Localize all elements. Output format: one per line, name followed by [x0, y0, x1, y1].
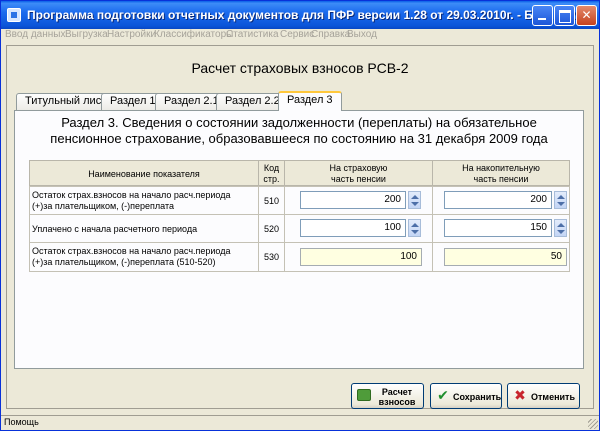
tab-page-section-3: Раздел 3. Сведения о состоянии задолженн… [14, 110, 584, 369]
menu-item-help[interactable]: Справка [311, 29, 350, 40]
menu-item-export[interactable]: Выгрузка [65, 29, 108, 40]
calculate-label-line1: Расчет [381, 387, 413, 397]
header-funded: На накопительную часть пенсии [432, 160, 570, 186]
row-label-line2: (+)за плательщиком, (-)переплата (510-52… [32, 257, 216, 267]
app-icon [7, 8, 21, 22]
spin-down-icon[interactable] [557, 230, 565, 234]
table-row-520-name: Уплачено с начала расчетного периода [29, 214, 259, 243]
input-520-funded[interactable]: 150 [444, 219, 552, 237]
menu-item-exit[interactable]: Выход [347, 29, 377, 40]
table-row-510-name: Остаток страх.взносов на начало расч.пер… [29, 186, 259, 215]
title-bar[interactable]: Программа подготовки отчетных документов… [1, 1, 599, 29]
spin-up-icon[interactable] [411, 195, 419, 199]
output-530-funded: 50 [444, 248, 567, 266]
spin-up-icon[interactable] [557, 223, 565, 227]
app-window: Программа подготовки отчетных документов… [0, 0, 600, 431]
menu-item-classifiers[interactable]: Классификаторы [154, 29, 233, 40]
table-row-530-name: Остаток страх.взносов на начало расч.пер… [29, 242, 259, 272]
spin-down-icon[interactable] [411, 230, 419, 234]
money-icon [357, 389, 371, 401]
header-code: Код стр. [258, 160, 285, 186]
spinner-510-funded[interactable] [554, 191, 567, 209]
save-button[interactable]: ✔ Сохранить [430, 383, 502, 409]
table-row-510-code: 510 [258, 186, 285, 215]
window-title: Программа подготовки отчетных документов… [27, 8, 576, 22]
input-510-funded[interactable]: 200 [444, 191, 552, 209]
menu-item-settings[interactable]: Настройки [107, 29, 156, 40]
close-button[interactable]: ✕ [576, 5, 597, 26]
header-insurance-line2: часть пенсии [331, 174, 386, 184]
header-funded-line2: часть пенсии [473, 174, 529, 184]
cancel-button[interactable]: ✖ Отменить [507, 383, 580, 409]
output-530-insurance: 100 [300, 248, 422, 266]
check-icon: ✔ [437, 387, 449, 403]
calculate-contributions-button[interactable]: Расчет взносов [351, 383, 424, 409]
table-row-520-code: 520 [258, 214, 285, 243]
cancel-button-label: Отменить [531, 392, 575, 402]
row-label-line2: (+)за плательщиком, (-)переплата [32, 201, 174, 211]
maximize-button[interactable] [554, 5, 575, 26]
section-title-line1: Раздел 3. Сведения о состоянии задолженн… [61, 115, 537, 130]
form-heading: Расчет страховых взносов РСВ-2 [191, 60, 409, 76]
tab-section-3[interactable]: Раздел 3 [278, 91, 342, 111]
table-row-530-code: 530 [258, 242, 285, 272]
menu-item-data-entry[interactable]: Ввод данных [5, 29, 65, 40]
header-funded-line1: На накопительную [462, 163, 540, 173]
header-code-line1: Код [263, 163, 280, 173]
section-title-line2: пенсионное страхование, образовавшееся п… [50, 131, 548, 146]
spinner-520-funded[interactable] [554, 219, 567, 237]
header-name: Наименование показателя [29, 160, 259, 186]
form-panel: Расчет страховых взносов РСВ-2 Титульный… [6, 45, 594, 409]
minimize-button[interactable] [532, 5, 553, 26]
spin-down-icon[interactable] [411, 202, 419, 206]
menu-item-service[interactable]: Сервис [280, 29, 314, 40]
input-510-insurance[interactable]: 200 [300, 191, 406, 209]
input-520-insurance[interactable]: 100 [300, 219, 406, 237]
calculate-button-label: Расчет взносов [374, 387, 420, 407]
header-code-line2: стр. [263, 174, 280, 184]
spin-down-icon[interactable] [557, 202, 565, 206]
resize-grip[interactable] [588, 419, 598, 429]
save-button-label: Сохранить [453, 392, 502, 402]
status-bar: Помощь [1, 415, 599, 430]
header-insurance: На страховую часть пенсии [284, 160, 433, 186]
spin-up-icon[interactable] [557, 195, 565, 199]
menu-bar: Ввод данных Выгрузка Настройки Классифик… [1, 29, 599, 43]
cross-icon: ✖ [514, 387, 526, 403]
header-insurance-line1: На страховую [329, 163, 388, 173]
spin-up-icon[interactable] [411, 223, 419, 227]
calculate-label-line2: взносов [378, 397, 416, 407]
spinner-520-insurance[interactable] [408, 219, 421, 237]
status-text: Помощь [4, 417, 39, 427]
section-title: Раздел 3. Сведения о состоянии задолженн… [21, 115, 577, 147]
row-label-line1: Остаток страх.взносов на начало расч.пер… [32, 246, 231, 256]
menu-item-statistics[interactable]: Статистика [226, 29, 279, 40]
indicators-table: Наименование показателя Код стр. На стра… [29, 160, 570, 272]
spinner-510-insurance[interactable] [408, 191, 421, 209]
row-label-line1: Остаток страх.взносов на начало расч.пер… [32, 190, 231, 200]
